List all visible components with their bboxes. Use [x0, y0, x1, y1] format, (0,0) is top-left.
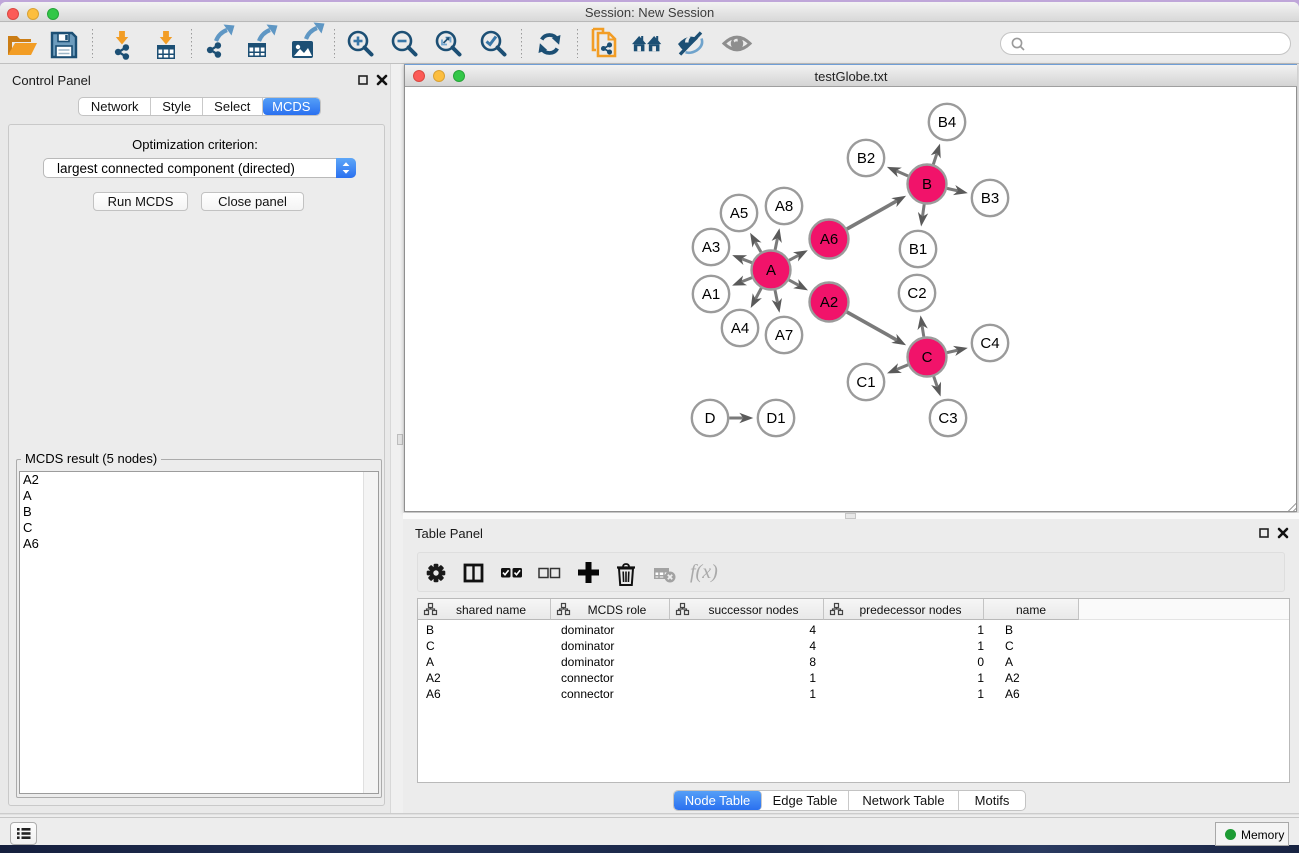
svg-text:A7: A7: [775, 327, 793, 344]
svg-text:C2: C2: [907, 285, 926, 302]
svg-text:D: D: [705, 410, 716, 427]
svg-text:A5: A5: [730, 205, 748, 222]
svg-text:B: B: [922, 176, 932, 193]
svg-text:C1: C1: [856, 374, 875, 391]
svg-text:A3: A3: [702, 239, 720, 256]
svg-text:B2: B2: [857, 150, 875, 167]
svg-text:C4: C4: [980, 335, 999, 352]
svg-text:C: C: [922, 349, 933, 366]
svg-text:A6: A6: [820, 231, 838, 248]
svg-text:A1: A1: [702, 286, 720, 303]
svg-text:A8: A8: [775, 198, 793, 215]
svg-text:B1: B1: [909, 241, 927, 258]
svg-text:A2: A2: [820, 294, 838, 311]
svg-text:A: A: [766, 262, 776, 279]
svg-text:D1: D1: [766, 410, 785, 427]
svg-text:B3: B3: [981, 190, 999, 207]
svg-text:C3: C3: [938, 410, 957, 427]
svg-text:A4: A4: [731, 320, 749, 337]
svg-text:B4: B4: [938, 114, 956, 131]
